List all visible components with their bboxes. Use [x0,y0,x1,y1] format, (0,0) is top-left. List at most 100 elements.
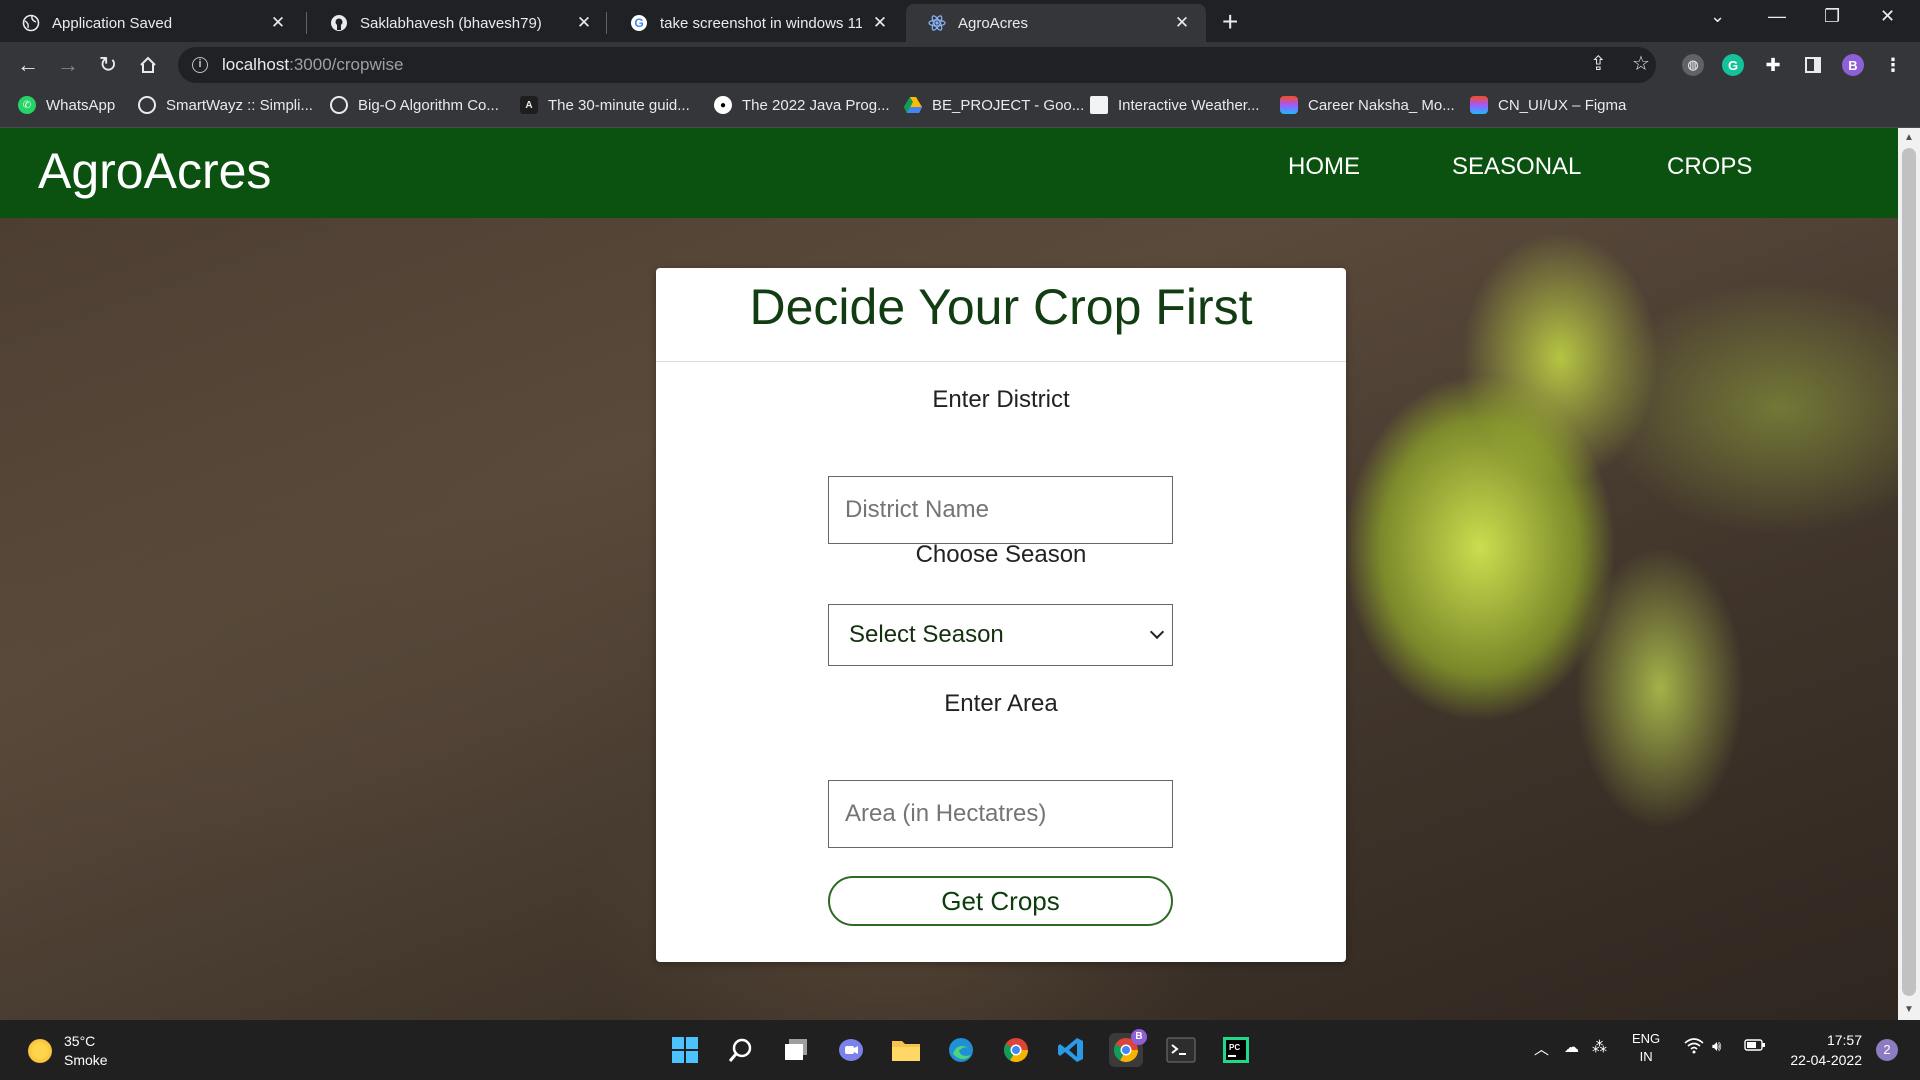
page-scrollbar[interactable]: ▲ ▼ [1898,128,1920,1020]
drive-icon [904,96,922,114]
whatsapp-icon: ✆ [18,96,36,114]
tab-search-chevron-icon[interactable]: ⌄ [1710,6,1725,27]
tab-title: Saklabhavesh (bhavesh79) [360,14,542,32]
tab-github[interactable]: Saklabhavesh (bhavesh79) ✕ [308,4,608,42]
grammarly-icon[interactable]: G [1722,54,1744,76]
weather-condition: Smoke [64,1052,108,1068]
restore-icon[interactable]: ❐ [1824,6,1840,27]
form-title: Decide Your Crop First [749,279,1253,335]
profile-avatar[interactable]: B [1842,54,1864,76]
pycharm-icon[interactable]: PC [1219,1033,1253,1067]
bookmark-label: Big-O Algorithm Co... [358,96,499,114]
nav-crops[interactable]: CROPS [1667,153,1752,181]
district-label: Enter District [932,386,1070,413]
vscode-icon[interactable] [1054,1033,1088,1067]
home-icon[interactable] [134,51,162,79]
side-panel-icon[interactable] [1802,54,1824,76]
close-window-icon[interactable]: ✕ [1880,6,1895,27]
svg-text:PC: PC [1229,1043,1240,1052]
close-tab-icon[interactable]: ✕ [1172,13,1192,33]
bookmark-star-icon[interactable]: ☆ [1632,51,1650,76]
chrome-icon[interactable] [999,1033,1033,1067]
teams-chat-icon[interactable] [834,1033,868,1067]
bookmark-label: WhatsApp [46,96,116,114]
tab-title: take screenshot in windows 11 - [660,14,862,32]
new-tab-button[interactable]: + [1222,8,1238,36]
system-clock[interactable]: 17:57 22-04-2022 [1782,1030,1862,1070]
close-tab-icon[interactable]: ✕ [574,13,594,33]
github-icon [330,14,348,32]
vpn-extension-icon[interactable]: ◍ [1682,54,1704,76]
language-indicator[interactable]: ENG IN [1632,1030,1660,1066]
address-bar[interactable]: i localhost:3000/cropwise [178,47,1656,83]
weather-widget[interactable]: 35°C Smoke [28,1032,108,1070]
react-icon [928,14,946,32]
scroll-down-icon[interactable]: ▼ [1904,1004,1914,1015]
edge-browser-icon[interactable] [944,1033,978,1067]
terminal-icon[interactable] [1164,1033,1198,1067]
crop-form-card: Decide Your Crop First Enter District Ch… [656,268,1346,962]
scroll-up-icon[interactable]: ▲ [1904,132,1914,143]
nav-home[interactable]: HOME [1288,153,1360,181]
bookmark-interactive-weather[interactable]: Interactive Weather... [1090,96,1259,114]
season-select[interactable]: Select Season [828,604,1173,666]
bookmark-career-naksha[interactable]: Career Naksha_ Mo... [1280,96,1455,114]
start-windows-icon[interactable] [668,1033,702,1067]
task-view-icon[interactable] [779,1033,813,1067]
bookmark-whatsapp[interactable]: ✆ WhatsApp [18,96,115,114]
tab-title: AgroAcres [958,14,1029,32]
sun-haze-icon [28,1039,52,1063]
bookmarks-bar: ✆ WhatsApp SmartWayz :: Simpli... Big-O … [0,88,1920,128]
tab-divider [606,12,607,34]
site-brand[interactable]: AgroAcres [38,142,271,200]
bookmark-30-minute-guide[interactable]: A The 30-minute guid... [520,96,690,114]
notification-badge[interactable]: 2 [1876,1039,1898,1061]
get-crops-button[interactable]: Get Crops [828,876,1173,926]
bookmark-java-programming[interactable]: ● The 2022 Java Prog... [714,96,890,114]
bookmark-smartwayz[interactable]: SmartWayz :: Simpli... [138,96,313,114]
show-hidden-icons-chevron-icon[interactable]: ︿ [1534,1038,1549,1059]
bookmark-cn-ui-ux-figma[interactable]: CN_UI/UX – Figma [1470,96,1626,114]
bookmark-label: BE_PROJECT - Goo... [932,96,1085,114]
bookmark-label: SmartWayz :: Simpli... [166,96,313,114]
close-tab-icon[interactable]: ✕ [870,13,890,33]
globe-icon [138,96,156,114]
app-tray-icon[interactable]: ⁂ [1592,1038,1607,1056]
scrollbar-thumb[interactable] [1902,148,1916,996]
extensions-puzzle-icon[interactable]: ✚ [1762,54,1784,76]
search-icon[interactable] [724,1033,758,1067]
battery-icon[interactable] [1744,1038,1766,1056]
menu-kebab-icon[interactable]: ⋮ [1882,54,1904,76]
close-tab-icon[interactable]: ✕ [268,13,288,33]
globe-icon [330,96,348,114]
minimize-icon[interactable]: — [1768,6,1786,27]
bookmark-big-o[interactable]: Big-O Algorithm Co... [330,96,499,114]
bookmark-be-project[interactable]: BE_PROJECT - Goo... [904,96,1084,114]
browser-toolbar: ← → ↻ i localhost:3000/cropwise ⇪ ☆ [0,42,1920,88]
share-icon[interactable]: ⇪ [1590,51,1607,76]
tab-agroacres[interactable]: AgroAcres ✕ [906,4,1206,42]
tab-title: Application Saved [52,14,173,32]
tab-google-search[interactable]: G take screenshot in windows 11 - ✕ [608,4,904,42]
language-code: ENG [1632,1031,1661,1046]
tab-application-saved[interactable]: Application Saved ✕ [0,4,302,42]
forward-icon[interactable]: → [54,51,82,79]
file-explorer-icon[interactable] [889,1033,923,1067]
reload-icon[interactable]: ↻ [94,51,122,79]
area-input[interactable] [828,780,1173,848]
onedrive-icon[interactable]: ☁ [1564,1038,1579,1056]
clock-time: 17:57 [1826,1032,1862,1048]
weather-temp: 35°C [64,1033,96,1049]
back-icon[interactable]: ← [14,51,42,79]
bookmark-label: Career Naksha_ Mo... [1308,96,1455,114]
district-input[interactable] [828,476,1173,544]
volume-icon[interactable]: 🔊︎ [1712,1038,1721,1055]
chrome-profile-icon[interactable]: B [1109,1029,1147,1067]
site-navbar: AgroAcres HOME SEASONAL CROPS [0,128,1898,218]
clock-date: 22-04-2022 [1790,1052,1862,1068]
google-icon: G [630,14,648,32]
wifi-icon[interactable] [1684,1038,1704,1058]
site-info-icon[interactable]: i [192,57,208,73]
nav-seasonal[interactable]: SEASONAL [1452,153,1581,181]
tab-strip: Application Saved ✕ Saklabhavesh (bhaves… [0,0,1920,42]
